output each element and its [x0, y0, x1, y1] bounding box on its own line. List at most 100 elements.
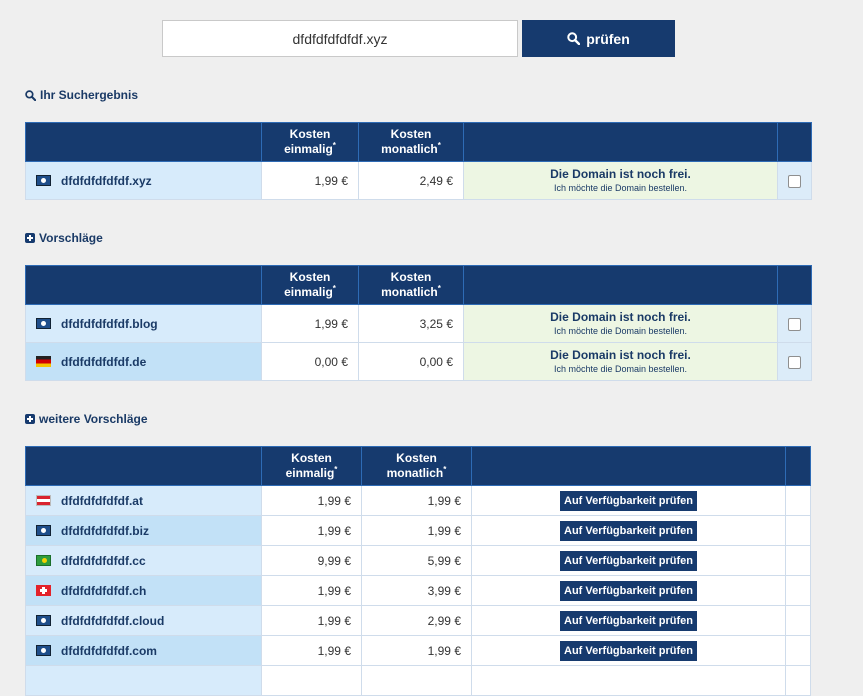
domain-column-header [25, 122, 262, 162]
check-domain-button[interactable]: prüfen [522, 20, 675, 57]
cost-once-header: Kosten einmalig* [261, 446, 362, 486]
globe-icon [36, 175, 51, 186]
plus-icon [25, 233, 35, 243]
cost-monthly-header: Kosten monatlich* [358, 122, 464, 162]
extra-cell [785, 515, 811, 546]
cost-monthly-cell: 1,99 € [361, 635, 472, 666]
availability-status: Die Domain ist noch frei. [550, 310, 691, 324]
action-cell: Auf Verfügbarkeit prüfen [471, 485, 786, 516]
check-domain-button-label: prüfen [586, 30, 630, 47]
cost-monthly-cell: 1,99 € [361, 515, 472, 546]
table-header-row: Kosten einmalig* Kosten monatlich* [25, 122, 812, 162]
table-row: dfdfdfdfdfdf.cc 9,99 € 5,99 € Auf Verfüg… [25, 545, 811, 576]
order-checkbox[interactable] [788, 317, 801, 331]
austria-flag-icon [36, 495, 51, 506]
cost-once-cell: 1,99 € [261, 605, 362, 636]
action-column-header [471, 446, 786, 486]
table-header-row: Kosten einmalig* Kosten monatlich* [25, 446, 811, 486]
order-checkbox[interactable] [788, 355, 801, 369]
table-row: dfdfdfdfdfdf.cloud 1,99 € 2,99 € Auf Ver… [25, 605, 811, 636]
domain-search-input[interactable] [162, 20, 518, 57]
extra-column-header [785, 446, 811, 486]
switzerland-flag-icon [36, 585, 51, 596]
cost-monthly-cell: 5,99 € [361, 545, 472, 576]
table-row: dfdfdfdfdfdf.com 1,99 € 1,99 € Auf Verfü… [25, 635, 811, 666]
cocos-islands-flag-icon [36, 555, 51, 566]
suggestions-table: Kosten einmalig* Kosten monatlich* dfdfdfd… [25, 265, 812, 381]
order-hint: Ich möchte die Domain bestellen. [553, 326, 688, 336]
table-row: dfdfdfdfdfdf.ch 1,99 € 3,99 € Auf Verfüg… [25, 575, 811, 606]
domain-name: dfdfdfdfdfdf.ch [61, 583, 147, 598]
cost-monthly-header: Kosten monatlich* [361, 446, 472, 486]
order-checkbox[interactable] [788, 174, 801, 188]
check-availability-button[interactable]: Auf Verfügbarkeit prüfen [560, 610, 697, 631]
result-table: Kosten einmalig* Kosten monatlich* dfdfdfd… [25, 122, 812, 200]
domain-name: dfdfdfdfdfdf.at [61, 493, 143, 508]
select-cell [777, 161, 812, 200]
result-section-title: Ihr Suchergebnis [25, 88, 138, 102]
domain-name: dfdfdfdfdfdf.blog [61, 316, 158, 331]
cost-once-cell: 9,99 € [261, 545, 362, 576]
check-availability-button[interactable]: Auf Verfügbarkeit prüfen [560, 490, 697, 511]
availability-status-cell: Die Domain ist noch frei. Ich möchte die… [463, 304, 778, 343]
domain-name: dfdfdfdfdfdf.cc [61, 553, 146, 568]
cost-monthly-cell: 0,00 € [358, 342, 464, 381]
domain-name: dfdfdfdfdfdf.xyz [61, 173, 152, 188]
extra-cell [785, 545, 811, 576]
plus-icon [25, 414, 35, 424]
domain-cell: dfdfdfdfdfdf.cc [25, 545, 262, 576]
action-cell: Auf Verfügbarkeit prüfen [471, 635, 786, 666]
cost-once-cell: 1,99 € [261, 304, 359, 343]
availability-status: Die Domain ist noch frei. [550, 348, 691, 362]
extra-cell [785, 575, 811, 606]
cost-once-header: Kosten einmalig* [261, 122, 359, 162]
table-row: dfdfdfdfdfdf.blog 1,99 € 3,25 € Die Doma… [25, 304, 812, 343]
domain-name: dfdfdfdfdfdf.de [61, 354, 147, 369]
select-column-header [777, 122, 812, 162]
domain-cell: dfdfdfdfdfdf.ch [25, 575, 262, 606]
cost-monthly-cell: 3,25 € [358, 304, 464, 343]
availability-status: Die Domain ist noch frei. [550, 167, 691, 181]
check-availability-button[interactable]: Auf Verfügbarkeit prüfen [560, 550, 697, 571]
extra-cell [785, 485, 811, 516]
domain-search-bar: prüfen [162, 20, 675, 57]
table-row: dfdfdfdfdfdf.at 1,99 € 1,99 € Auf Verfüg… [25, 485, 811, 516]
order-hint: Ich möchte die Domain bestellen. [553, 364, 688, 374]
availability-status-cell: Die Domain ist noch frei. Ich möchte die… [463, 161, 778, 200]
table-row: dfdfdfdfdfdf.xyz 1,99 € 2,49 € Die Domai… [25, 161, 812, 200]
domain-name: dfdfdfdfdfdf.cloud [61, 613, 165, 628]
cost-once-cell: 1,99 € [261, 515, 362, 546]
check-availability-button[interactable]: Auf Verfügbarkeit prüfen [560, 640, 697, 661]
table-row: dfdfdfdfdfdf.de 0,00 € 0,00 € Die Domain… [25, 342, 812, 381]
cost-once-cell: 0,00 € [261, 342, 359, 381]
table-row-partial [25, 665, 811, 696]
availability-status-cell: Die Domain ist noch frei. Ich möchte die… [463, 342, 778, 381]
cost-monthly-cell: 2,99 € [361, 605, 472, 636]
domain-cell: dfdfdfdfdfdf.at [25, 485, 262, 516]
action-cell: Auf Verfügbarkeit prüfen [471, 545, 786, 576]
action-cell: Auf Verfügbarkeit prüfen [471, 575, 786, 606]
status-column-header [463, 122, 778, 162]
cost-once-cell: 1,99 € [261, 485, 362, 516]
domain-column-header [25, 265, 262, 305]
table-header-row: Kosten einmalig* Kosten monatlich* [25, 265, 812, 305]
select-cell [777, 342, 812, 381]
cost-once-header: Kosten einmalig* [261, 265, 359, 305]
domain-name: dfdfdfdfdfdf.biz [61, 523, 149, 538]
status-column-header [463, 265, 778, 305]
globe-icon [36, 645, 51, 656]
domain-cell: dfdfdfdfdfdf.xyz [25, 161, 262, 200]
action-cell: Auf Verfügbarkeit prüfen [471, 515, 786, 546]
cost-once-cell: 1,99 € [261, 575, 362, 606]
globe-icon [36, 615, 51, 626]
domain-cell: dfdfdfdfdfdf.cloud [25, 605, 262, 636]
check-availability-button[interactable]: Auf Verfügbarkeit prüfen [560, 580, 697, 601]
globe-icon [36, 318, 51, 329]
extra-cell [785, 605, 811, 636]
globe-icon [36, 525, 51, 536]
cost-once-cell: 1,99 € [261, 635, 362, 666]
search-icon [25, 89, 36, 101]
cost-monthly-cell: 1,99 € [361, 485, 472, 516]
order-hint: Ich möchte die Domain bestellen. [553, 183, 688, 193]
check-availability-button[interactable]: Auf Verfügbarkeit prüfen [560, 520, 697, 541]
